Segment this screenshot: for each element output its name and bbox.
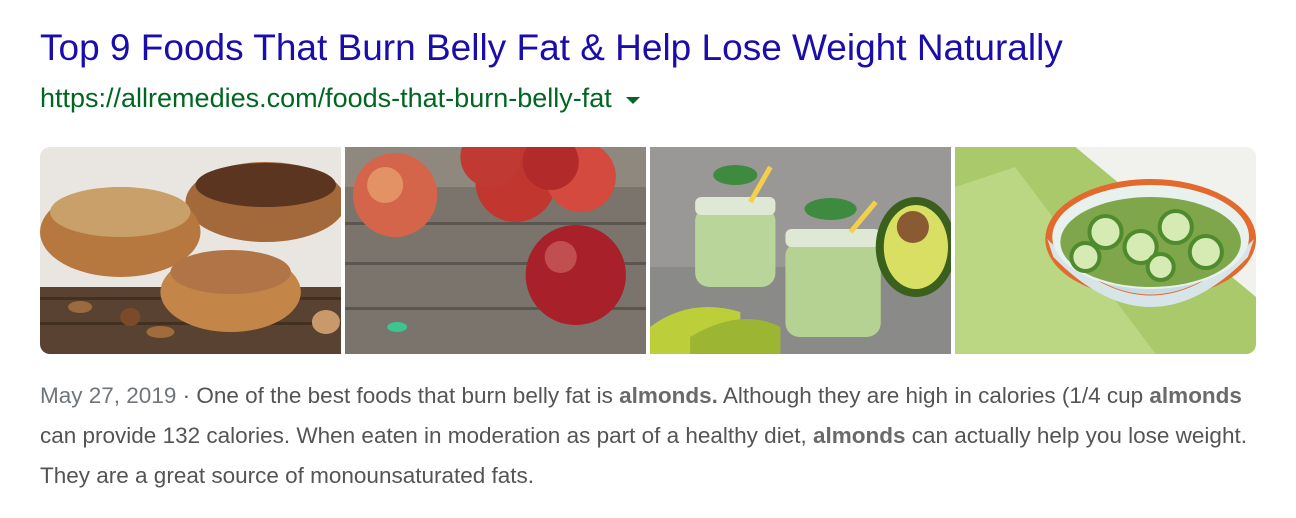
image-thumbnail-cucumber-salad[interactable] — [955, 147, 1256, 354]
apples-image — [345, 147, 646, 354]
snippet-text-1: One of the best foods that burn belly fa… — [196, 383, 620, 408]
cucumber-salad-image — [955, 147, 1256, 354]
nuts-image — [40, 147, 341, 354]
result-date: May 27, 2019 — [40, 383, 177, 408]
caret-down-icon[interactable] — [625, 96, 640, 104]
image-thumbnail-nuts[interactable] — [40, 147, 341, 354]
result-snippet: May 27, 2019 · One of the best foods tha… — [40, 376, 1256, 496]
snippet-highlight-3: almonds — [812, 423, 906, 448]
snippet-highlight-1: almonds. — [619, 383, 718, 408]
date-separator: · — [176, 383, 197, 408]
snippet-text-2: Although they are high in calories (1/4 … — [717, 383, 1150, 408]
image-thumbnail-smoothies[interactable] — [650, 147, 951, 354]
snippet-highlight-2: almonds — [1149, 383, 1242, 408]
snippet-text-3: can provide 132 calories. When eaten in … — [40, 423, 813, 448]
image-strip — [40, 147, 1256, 354]
result-title-link[interactable]: Top 9 Foods That Burn Belly Fat & Help L… — [40, 26, 1063, 70]
result-url-row: https://allremedies.com/foods-that-burn-… — [40, 80, 640, 116]
image-thumbnail-apples[interactable] — [345, 147, 646, 354]
result-url[interactable]: https://allremedies.com/foods-that-burn-… — [40, 83, 612, 114]
smoothies-image — [650, 147, 951, 354]
